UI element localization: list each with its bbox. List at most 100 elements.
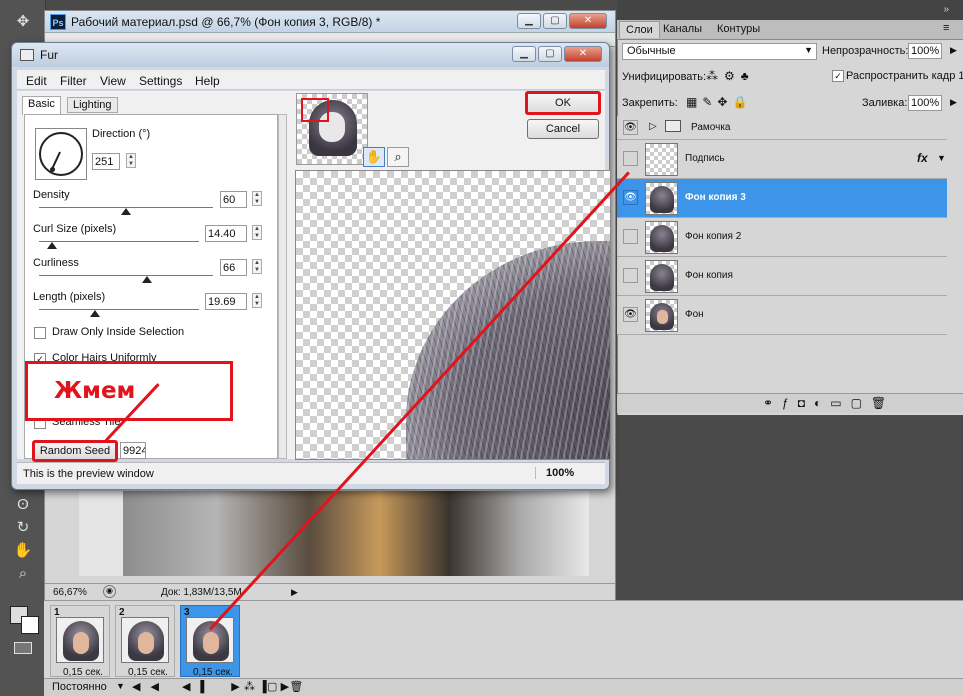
layer-footer-icons[interactable]: ⚭ƒ◘◐▭▢🗑 xyxy=(763,396,895,410)
preview-window[interactable] xyxy=(295,170,611,460)
visibility-toggle[interactable] xyxy=(623,268,638,283)
curl-size-input[interactable]: 14.40 xyxy=(205,225,247,242)
status-menu-icon[interactable]: ◉ xyxy=(103,585,116,598)
rotate-view-icon[interactable]: ↻ xyxy=(12,518,34,538)
curl-size-slider-thumb[interactable] xyxy=(46,242,57,249)
background-color-swatch[interactable] xyxy=(21,616,39,634)
unify-icons[interactable]: ⁂⚙♣ xyxy=(706,69,755,83)
curl-size-spinner[interactable]: ▲ ▼ xyxy=(252,225,262,240)
length-input[interactable]: 19.69 xyxy=(205,293,247,310)
minimize-button[interactable]: ▁ xyxy=(512,46,536,62)
navigator-thumbnail[interactable] xyxy=(296,93,368,165)
fx-icon[interactable]: fx xyxy=(917,151,928,165)
menu-settings[interactable]: Settings xyxy=(139,74,182,88)
density-input[interactable]: 60 xyxy=(220,191,247,208)
eye-icon[interactable]: 👁 xyxy=(623,120,638,135)
panel-menu-icon[interactable]: ≡ xyxy=(943,22,949,34)
layer-row-group[interactable]: 👁 ▷ Рамочка xyxy=(617,116,947,140)
fill-input[interactable]: 100% xyxy=(908,95,942,111)
tab-lighting[interactable]: Lighting xyxy=(67,97,118,113)
random-seed-button[interactable]: Random Seed xyxy=(32,440,118,462)
zoom-tool-icon[interactable]: ⌕ xyxy=(12,564,34,584)
curliness-input[interactable]: 66 xyxy=(220,259,247,276)
length-slider-thumb[interactable] xyxy=(90,310,100,317)
tab-layers[interactable]: Слои xyxy=(619,21,660,38)
close-button[interactable]: ✕ xyxy=(569,13,607,29)
curl-size-slider[interactable] xyxy=(39,241,199,242)
menu-help[interactable]: Help xyxy=(195,74,220,88)
document-canvas[interactable] xyxy=(79,491,589,576)
layer-row[interactable]: Фон копия xyxy=(617,257,947,296)
propagate-checkbox[interactable]: ✓ xyxy=(832,70,844,82)
layer-row[interactable]: 👁 Фон xyxy=(617,296,947,335)
layer-row[interactable]: Подпись fx xyxy=(617,140,947,179)
maximize-button[interactable]: ▢ xyxy=(543,13,567,29)
draw-only-inside-checkbox[interactable] xyxy=(34,327,46,339)
opacity-chevron-icon[interactable]: ▶ xyxy=(950,45,957,56)
move-tool-icon[interactable]: ✥ xyxy=(12,12,34,32)
quick-mask-icon[interactable] xyxy=(14,642,32,654)
curliness-spinner[interactable]: ▲ ▼ xyxy=(252,259,262,274)
disclosure-triangle-icon[interactable]: ▷ xyxy=(649,121,657,132)
frame-duration[interactable]: 0,15 сек. xyxy=(128,667,168,678)
menu-edit[interactable]: Edit xyxy=(26,74,47,88)
layers-panel-tabs: Слои Каналы Контуры ≡ xyxy=(617,20,963,40)
menu-view[interactable]: View xyxy=(100,74,126,88)
layer-name: Рамочка xyxy=(691,122,731,133)
density-label: Density xyxy=(33,189,70,201)
frame-thumbnail-selected[interactable]: 3 0,15 сек. xyxy=(180,605,240,678)
loop-chevron-icon[interactable]: ▼ xyxy=(116,681,125,691)
visibility-toggle[interactable] xyxy=(623,229,638,244)
effects-chevron-icon[interactable]: ▼ xyxy=(937,153,946,163)
density-spinner[interactable]: ▲ ▼ xyxy=(252,191,262,206)
settings-scrollbar[interactable] xyxy=(278,114,287,459)
hand-tool-icon[interactable]: ✋ xyxy=(363,147,385,167)
lasso-tool-icon[interactable]: ʘ xyxy=(12,495,34,515)
direction-spinner[interactable]: ▲ ▼ xyxy=(126,153,136,168)
frame-duration[interactable]: 0,15 сек. xyxy=(63,667,103,678)
menu-filter[interactable]: Filter xyxy=(60,74,87,88)
maximize-button[interactable]: ▢ xyxy=(538,46,562,62)
frame-duration[interactable]: 0,15 сек. xyxy=(193,667,233,678)
hand-tool-icon[interactable]: ✋ xyxy=(12,541,34,561)
menu-bar: Edit Filter View Settings Help xyxy=(17,70,605,90)
tab-channels[interactable]: Каналы xyxy=(663,23,702,35)
loop-select[interactable]: Постоянно xyxy=(52,681,107,693)
direction-dial[interactable] xyxy=(35,128,87,180)
curliness-slider[interactable] xyxy=(39,275,213,276)
tab-paths[interactable]: Контуры xyxy=(717,23,760,35)
preview-zoom: 100% xyxy=(535,467,574,479)
folder-icon xyxy=(665,120,681,132)
fill-chevron-icon[interactable]: ▶ xyxy=(950,97,957,108)
minimize-button[interactable]: ▁ xyxy=(517,13,541,29)
document-title: Рабочий материал.psd @ 66,7% (Фон копия … xyxy=(71,15,381,29)
close-button[interactable]: ✕ xyxy=(564,46,602,62)
blend-mode-select[interactable]: Обычные ▼ xyxy=(622,43,817,60)
density-slider-thumb[interactable] xyxy=(121,208,131,215)
fur-title: Fur xyxy=(40,48,58,62)
visibility-toggle[interactable] xyxy=(623,151,638,166)
direction-input[interactable]: 251 xyxy=(92,153,120,170)
opacity-input[interactable]: 100% xyxy=(908,43,942,59)
eye-icon[interactable]: 👁 xyxy=(623,190,638,205)
navigator-viewport[interactable] xyxy=(301,98,329,122)
collapse-icon[interactable]: » xyxy=(943,4,949,15)
length-slider[interactable] xyxy=(39,309,199,310)
layer-row-selected[interactable]: 👁 Фон копия 3 xyxy=(617,179,947,218)
layer-row[interactable]: Фон копия 2 xyxy=(617,218,947,257)
scroll-right-icon[interactable]: ▶ xyxy=(291,587,298,598)
curliness-slider-thumb[interactable] xyxy=(141,276,152,283)
cancel-button[interactable]: Cancel xyxy=(527,119,599,139)
random-seed-input[interactable]: 9924 xyxy=(120,442,146,459)
length-spinner[interactable]: ▲ ▼ xyxy=(252,293,262,308)
zoom-level[interactable]: 66,67% xyxy=(53,587,87,598)
frame-thumbnail[interactable]: 1 0,15 сек. xyxy=(50,605,110,678)
frame-thumbnail[interactable]: 2 0,15 сек. xyxy=(115,605,175,678)
layer-thumbnail xyxy=(645,299,678,332)
frame-tools-icons[interactable]: ⁂▢🗑 xyxy=(244,680,315,693)
zoom-tool-icon[interactable]: ⌕ xyxy=(387,147,409,167)
ok-button[interactable]: OK xyxy=(525,91,601,115)
tab-basic[interactable]: Basic xyxy=(22,96,61,115)
eye-icon[interactable]: 👁 xyxy=(623,307,638,322)
lock-icons[interactable]: ▦✎✥🔒 xyxy=(686,95,752,109)
